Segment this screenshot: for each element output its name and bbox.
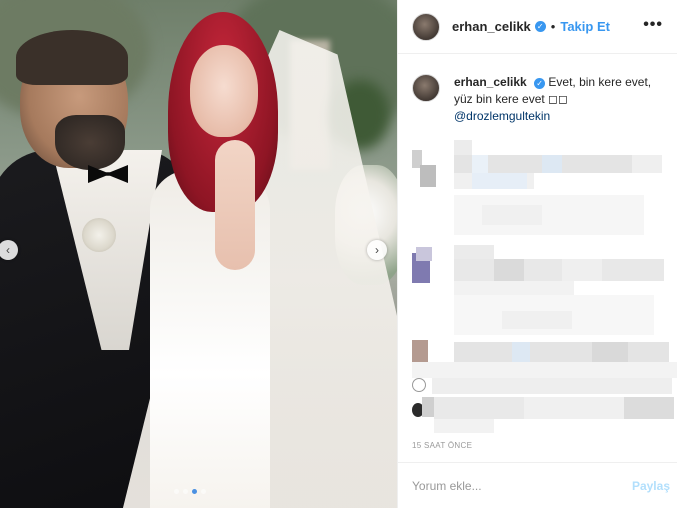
post-photo[interactable]: ‹ › [0,0,397,508]
pixelated-block [632,155,662,173]
post-timestamp[interactable]: 15 SAAT ÖNCE [412,441,472,450]
carousel-dot [183,489,188,494]
post-sidebar: erhan_celikk ✓ • Takip Et ••• erhan_celi… [397,0,677,508]
carousel-dot [201,489,206,494]
pixelated-block [432,378,672,394]
pixelated-block [422,397,434,417]
pixelated-block [472,173,527,189]
follow-button[interactable]: Takip Et [560,19,610,34]
username-link[interactable]: erhan_celikk [452,19,531,34]
groom-hair [16,30,128,85]
post-caption: erhan_celikk ✓ Evet, bin kere evet, yüz … [398,54,677,125]
pixelated-block [454,259,664,281]
groom-beard [55,115,125,170]
pixelated-block [524,397,624,419]
pixelated-block [412,378,426,392]
pixelated-block [562,259,602,281]
pixelated-block [512,342,530,362]
comment-input[interactable] [412,478,632,493]
caption-avatar[interactable] [412,74,440,102]
pixelated-block [454,281,574,295]
pixelated-block [592,342,628,362]
chevron-right-icon: › [375,243,379,257]
pixelated-block [494,259,524,281]
pixelated-block [454,245,494,259]
pixelated-block [502,311,572,329]
boutonniere [82,218,116,252]
pixelated-block [412,362,677,378]
verified-badge-icon: ✓ [534,21,546,32]
caption-username-link[interactable]: erhan_celikk [454,75,527,89]
carousel-dot-active [192,489,197,494]
carousel-next-button[interactable]: › [367,240,387,260]
separator-dot: • [550,19,556,34]
pixelated-avatar [412,340,428,362]
mention-link[interactable]: @drozlemgultekin [454,109,550,123]
pixelated-block [434,397,524,419]
more-options-icon[interactable]: ••• [643,16,663,34]
pixelated-block [420,165,436,187]
bride-face [190,45,258,137]
pixelated-block [454,342,669,362]
bride-arm [215,140,255,270]
pixelated-block [542,155,562,173]
carousel-indicator [174,489,206,494]
comment-form: Paylaş [398,462,677,508]
pixelated-block [454,140,472,156]
caption-text: erhan_celikk ✓ Evet, bin kere evet, yüz … [454,74,659,125]
verified-badge-icon: ✓ [534,78,546,89]
pixelated-block [624,397,674,419]
chevron-left-icon: ‹ [6,243,10,257]
pixelated-block [416,247,432,261]
comments-list-censored [412,135,677,435]
post-comment-button[interactable]: Paylaş [632,479,670,493]
post-header: erhan_celikk ✓ • Takip Et ••• [398,0,677,54]
pixelated-block [482,205,542,225]
pixelated-block [472,155,488,173]
pixelated-block [434,419,494,433]
carousel-dot [174,489,179,494]
avatar[interactable] [412,12,440,41]
